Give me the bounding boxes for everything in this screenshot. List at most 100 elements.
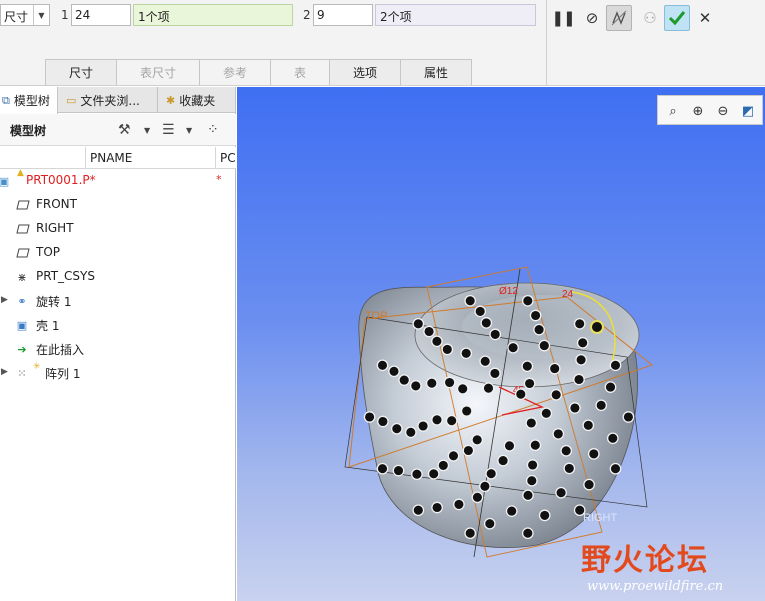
no-preview-icon: ⊘ (585, 9, 599, 27)
verify-button[interactable]: ⚇ (637, 5, 663, 31)
pattern-hole (555, 486, 567, 499)
pattern-hole (521, 294, 534, 307)
chevron-down-icon[interactable]: ▼ (33, 5, 49, 25)
pattern-hole (533, 323, 545, 336)
tree-row-insert-here[interactable]: ➔ 在此插入 (0, 337, 236, 361)
pattern-hole (525, 417, 538, 429)
navigator-tabs: ⧉ 模型树 ▭ 文件夹浏... ✱ 收藏夹 (0, 87, 236, 114)
tree-column-header: PNAME PC (0, 147, 236, 169)
tree-row-front[interactable]: FRONT (0, 193, 236, 217)
filter-icon[interactable]: ⁘ (207, 120, 219, 140)
tree-label-front: FRONT (36, 197, 77, 211)
tree-row-top[interactable]: TOP (0, 241, 236, 265)
tab-table-dimensions[interactable]: 表尺寸 (116, 59, 200, 85)
pattern-hole (560, 444, 573, 457)
chevron-down-icon[interactable]: ▼ (186, 120, 192, 140)
csys-icon: ⋇ (17, 270, 27, 284)
pattern-hole (411, 468, 423, 481)
pattern-hole (573, 504, 586, 517)
tab-model-tree[interactable]: ⧉ 模型树 (0, 87, 58, 114)
apply-button[interactable] (664, 5, 690, 31)
graphics-window[interactable]: ⌕ ⊕ ⊖ ◩ Ø12 24 TOP RIGHT 野火论坛 www.proewi… (237, 87, 765, 601)
pattern-hole (522, 489, 534, 502)
no-preview-button[interactable]: ⊘ (579, 5, 605, 31)
tab-folder-browser-label: 文件夹浏... (80, 93, 140, 108)
pattern-hole (479, 355, 492, 368)
feature-preview-icon (611, 10, 627, 26)
pattern-hole (606, 432, 619, 445)
pattern-hole (412, 317, 425, 330)
feature-preview-button[interactable] (606, 5, 632, 31)
pattern-hole (453, 498, 465, 511)
tab-favorites[interactable]: ✱ 收藏夹 (158, 87, 236, 113)
pattern-hole (425, 377, 438, 390)
pattern-hole (392, 464, 405, 477)
direction2-count-input[interactable]: 9 (313, 4, 373, 26)
show-list-icon[interactable]: ☰ (162, 120, 175, 140)
tree-row-right[interactable]: RIGHT (0, 217, 236, 241)
pattern-hole (412, 504, 425, 517)
pattern-hole (474, 305, 487, 318)
dimension-type-select[interactable]: 尺寸 ▼ (0, 4, 50, 26)
dim-label-2: 24 (562, 289, 574, 300)
tree-row-shell[interactable]: ▣ 壳 1 (0, 313, 236, 337)
pattern-icon: ⁙ (17, 366, 27, 380)
checkmark-icon (668, 11, 686, 26)
pattern-hole (464, 294, 477, 307)
tree-label-right: RIGHT (36, 221, 74, 235)
tree-row-revolve[interactable]: ▶ ⚭ 旋转 1 (0, 289, 236, 313)
pattern-hole (538, 509, 551, 522)
watermark-logo: 野火论坛 (581, 543, 709, 578)
tab-options[interactable]: 选项 (329, 59, 401, 85)
tab-reference[interactable]: 参考 (199, 59, 271, 85)
direction1-collector[interactable]: 1个项 (133, 4, 293, 26)
pattern-hole (595, 399, 608, 412)
tree-label-shell: 壳 1 (36, 319, 60, 333)
pattern-hole (563, 462, 576, 475)
pattern-hole (489, 367, 501, 380)
tree-label-csys: PRT_CSYS (36, 269, 95, 283)
tab-table[interactable]: 表 (270, 59, 330, 85)
tree-row-pattern[interactable]: ▶ ⁙ ✳ 阵列 1 (0, 361, 236, 385)
pattern-hole (460, 405, 473, 417)
cancel-button[interactable]: ✕ (692, 5, 718, 31)
pause-icon: ❚❚ (551, 9, 575, 27)
datum-plane-icon (16, 222, 30, 236)
column-third[interactable]: PC (220, 151, 236, 165)
column-pname[interactable]: PNAME (90, 151, 132, 165)
pause-button[interactable]: ❚❚ (550, 5, 576, 31)
tab-folder-browser[interactable]: ▭ 文件夹浏... (58, 87, 158, 113)
dashboard-divider (546, 0, 547, 86)
tree-row-csys[interactable]: ⋇ PRT_CSYS (0, 265, 236, 289)
pattern-hole (480, 317, 493, 329)
chevron-down-icon[interactable]: ▼ (144, 120, 150, 140)
tree-label-insert-here: 在此插入 (36, 343, 85, 357)
pattern-hole (505, 505, 518, 517)
revolve-icon: ⚭ (17, 294, 27, 308)
tab-dimensions[interactable]: 尺寸 (45, 59, 117, 85)
tree-column-blank[interactable] (0, 147, 86, 169)
direction2-collector[interactable]: 2个项 (375, 4, 536, 26)
tree-label-pattern: 阵列 1 (45, 367, 81, 381)
pattern-hole (507, 341, 519, 354)
model-tree-toolbar: 模型树 ⚒ ▼ ☰ ▼ ⁘ (0, 114, 236, 146)
pattern-hole (376, 462, 389, 475)
pattern-hole (575, 353, 587, 366)
pattern-hole (548, 362, 561, 375)
tree-label-revolve: 旋转 1 (36, 295, 72, 309)
favorites-icon: ✱ (166, 93, 176, 107)
expand-arrow-icon[interactable]: ▶ (1, 367, 8, 377)
model-view[interactable]: Ø12 24 45 TOP RIGHT (237, 87, 765, 601)
tab-properties[interactable]: 属性 (400, 59, 472, 85)
expand-arrow-icon[interactable]: ▶ (1, 295, 8, 305)
tree-row-part[interactable]: ▣ ▲ PRT0001.P* * (0, 168, 236, 193)
tree-label-part: PRT0001.P* (26, 173, 96, 187)
pattern-hole (583, 478, 595, 491)
pattern-hole (471, 491, 484, 504)
pattern-hole (441, 343, 454, 356)
pattern-hole (437, 459, 450, 472)
pattern-hole (550, 388, 563, 401)
settings-tools-icon[interactable]: ⚒ (118, 120, 131, 140)
pattern-hole (514, 388, 527, 401)
direction1-count-input[interactable]: 24 (71, 4, 131, 26)
